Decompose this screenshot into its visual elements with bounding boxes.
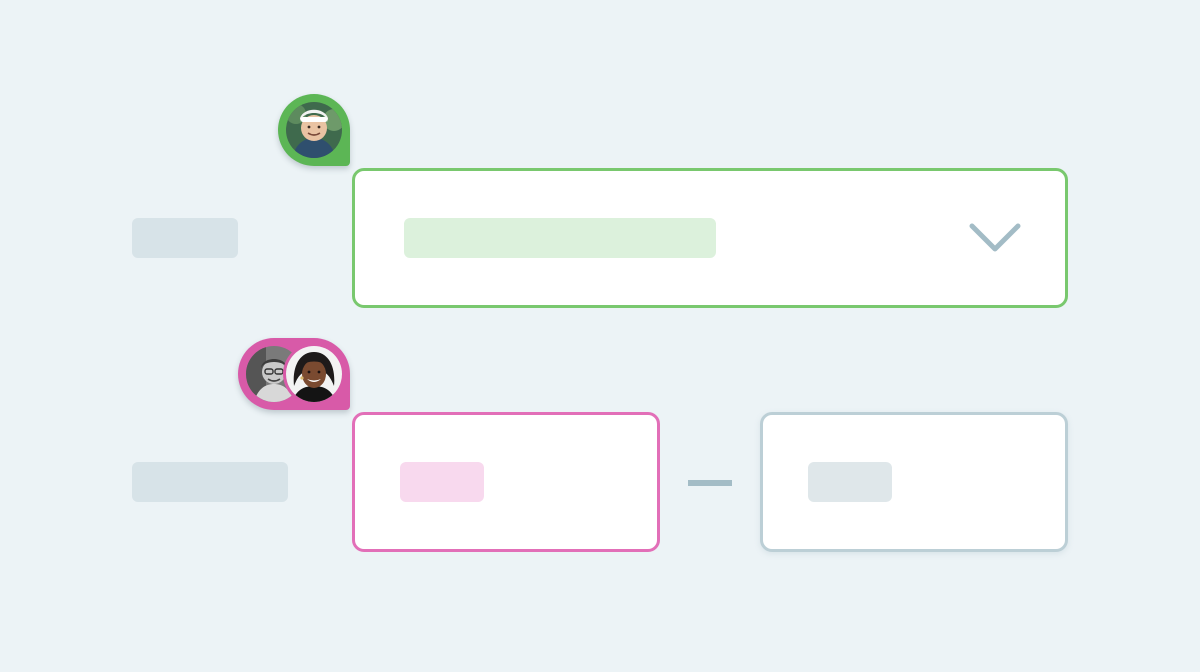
selected-value-placeholder [404, 218, 716, 258]
collaborator-presence-marker [278, 94, 350, 166]
range-separator [688, 480, 732, 486]
field-label-placeholder [132, 462, 288, 502]
range-start-input[interactable] [352, 412, 660, 552]
chevron-down-icon[interactable] [969, 223, 1021, 255]
field-label-placeholder [132, 218, 238, 258]
dropdown-select[interactable] [352, 168, 1068, 308]
collaborators-presence-marker [238, 338, 350, 410]
avatar [286, 346, 342, 402]
avatar [286, 102, 342, 158]
range-end-input[interactable] [760, 412, 1068, 552]
range-end-value-placeholder [808, 462, 892, 502]
range-start-value-placeholder [400, 462, 484, 502]
